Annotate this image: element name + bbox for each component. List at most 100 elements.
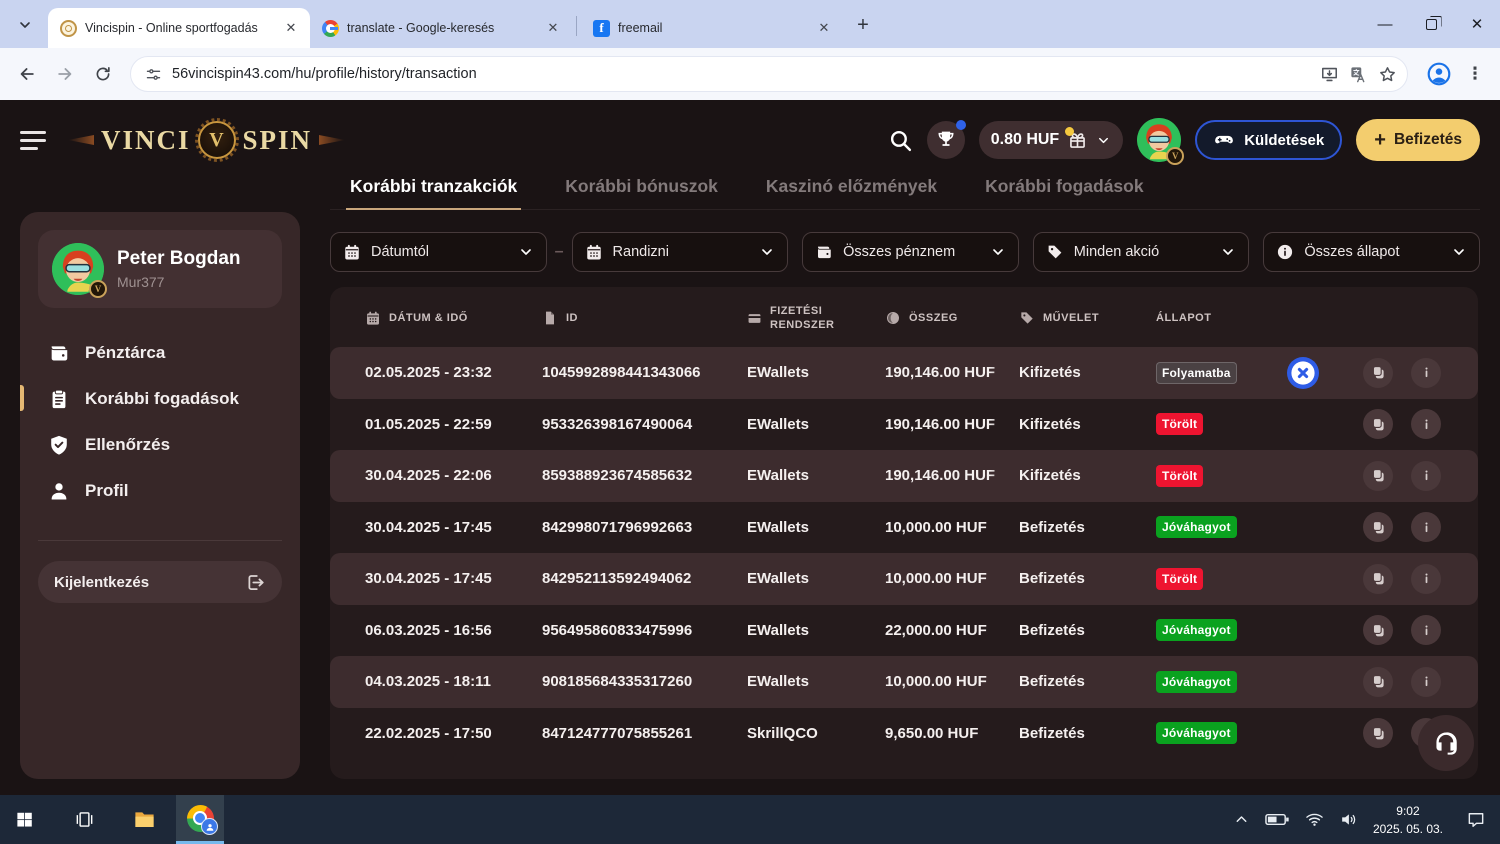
info-button[interactable] xyxy=(1411,512,1441,542)
tray-expand-icon[interactable] xyxy=(1233,811,1250,828)
chrome-taskbar-button[interactable] xyxy=(176,795,224,844)
cell-operation: Befizetés xyxy=(1019,622,1156,639)
tag-icon xyxy=(1019,310,1035,326)
copy-button[interactable] xyxy=(1363,512,1393,542)
minimize-button[interactable]: — xyxy=(1362,0,1408,48)
start-button[interactable] xyxy=(0,795,48,844)
table-row[interactable]: 30.04.2025 - 17:45 842998071796992663 EW… xyxy=(330,502,1478,554)
sidebar-item-profile[interactable]: Profil xyxy=(38,468,282,514)
balance-pill[interactable]: 0.80 HUF xyxy=(979,121,1123,159)
install-icon[interactable] xyxy=(1320,65,1339,84)
tab-bets-history[interactable]: Korábbi fogadások xyxy=(985,176,1144,197)
logout-button[interactable]: Kijelentkezés xyxy=(38,561,282,603)
cell-date: 02.05.2025 - 23:32 xyxy=(365,364,542,381)
filter-currency[interactable]: Összes pénznem xyxy=(802,232,1019,272)
restore-button[interactable] xyxy=(1408,0,1454,48)
table-row[interactable]: 04.03.2025 - 18:11 908185684335317260 EW… xyxy=(330,656,1478,708)
bookmark-star-icon[interactable] xyxy=(1378,65,1397,84)
close-window-button[interactable]: ✕ xyxy=(1454,0,1500,48)
copy-icon xyxy=(1370,570,1387,587)
sidebar-item-wallet[interactable]: Pénztárca xyxy=(38,330,282,376)
cell-date: 30.04.2025 - 17:45 xyxy=(365,519,542,536)
table-row[interactable]: 22.02.2025 - 17:50 847124777075855261 Sk… xyxy=(330,708,1478,760)
site-settings-icon[interactable] xyxy=(145,66,162,83)
profile-button[interactable] xyxy=(1422,57,1456,91)
table-row[interactable]: 06.03.2025 - 16:56 956495860833475996 EW… xyxy=(330,605,1478,657)
tab-bonuses[interactable]: Korábbi bónuszok xyxy=(565,176,718,197)
sidebar-item-verification[interactable]: Ellenőrzés xyxy=(38,422,282,468)
battery-icon[interactable] xyxy=(1265,813,1290,826)
filter-date-to[interactable]: Randizni xyxy=(572,232,789,272)
file-explorer-button[interactable] xyxy=(120,795,168,844)
tab-close-icon[interactable]: ✕ xyxy=(815,19,833,37)
url-text[interactable]: 56vincispin43.com/hu/profile/history/tra… xyxy=(172,66,1310,82)
copy-button[interactable] xyxy=(1363,564,1393,594)
tab-close-icon[interactable]: ✕ xyxy=(282,19,300,37)
cell-payment-system: EWallets xyxy=(747,519,885,536)
coin-icon xyxy=(885,310,901,326)
new-tab-button[interactable]: + xyxy=(849,11,877,39)
volume-icon[interactable] xyxy=(1339,810,1358,829)
browser-tab-translate[interactable]: translate - Google-keresés ✕ xyxy=(310,8,572,48)
tab-search-button[interactable] xyxy=(10,10,40,40)
card-icon xyxy=(747,311,762,326)
browser-menu-button[interactable]: ⋮ xyxy=(1460,57,1490,91)
site-logo[interactable]: VINCI V SPIN xyxy=(68,121,345,159)
browser-tab-freemail[interactable]: f freemail ✕ xyxy=(581,8,843,48)
table-row[interactable]: 01.05.2025 - 22:59 953326398167490064 EW… xyxy=(330,399,1478,451)
cell-operation: Befizetés xyxy=(1019,519,1156,536)
deposit-button[interactable]: + Befizetés xyxy=(1356,119,1480,161)
page-content: VINCI V SPIN 0.80 HUF V Küldetések xyxy=(0,100,1500,795)
status-badge: Folyamatba xyxy=(1156,362,1237,384)
cell-amount: 9,650.00 HUF xyxy=(885,725,1019,742)
search-icon[interactable] xyxy=(888,128,913,153)
task-view-button[interactable] xyxy=(60,795,108,844)
windows-logo-icon xyxy=(15,810,34,829)
tab-transactions[interactable]: Korábbi tranzakciók xyxy=(350,176,517,197)
wifi-icon[interactable] xyxy=(1305,810,1324,829)
hamburger-menu-icon[interactable] xyxy=(20,131,46,150)
copy-button[interactable] xyxy=(1363,358,1393,388)
table-row[interactable]: 02.05.2025 - 23:32 1045992898441343066 E… xyxy=(330,347,1478,399)
windows-taskbar: 9:02 2025. 05. 03. xyxy=(0,795,1500,844)
info-icon xyxy=(1419,365,1434,380)
copy-button[interactable] xyxy=(1363,409,1393,439)
cancel-x-icon xyxy=(1287,357,1319,389)
balance-amount: 0.80 HUF xyxy=(991,131,1059,149)
translate-icon[interactable] xyxy=(1349,65,1368,84)
cancel-transaction-button[interactable] xyxy=(1287,357,1319,389)
copy-button[interactable] xyxy=(1363,667,1393,697)
info-button[interactable] xyxy=(1411,461,1441,491)
copy-button[interactable] xyxy=(1363,615,1393,645)
filter-date-from[interactable]: Dátumtól xyxy=(330,232,547,272)
avatar[interactable]: V xyxy=(1137,118,1181,162)
sidebar-item-bet-history[interactable]: Korábbi fogadások xyxy=(38,376,282,422)
info-button[interactable] xyxy=(1411,564,1441,594)
info-button[interactable] xyxy=(1411,667,1441,697)
tournaments-button[interactable] xyxy=(927,121,965,159)
filter-status[interactable]: Összes állapot xyxy=(1263,232,1480,272)
copy-button[interactable] xyxy=(1363,461,1393,491)
reload-button[interactable] xyxy=(86,57,120,91)
action-center-icon[interactable] xyxy=(1466,810,1486,830)
tab-separator xyxy=(576,16,577,36)
info-button[interactable] xyxy=(1411,615,1441,645)
back-button[interactable] xyxy=(10,57,44,91)
missions-button[interactable]: Küldetések xyxy=(1195,120,1342,160)
support-chat-button[interactable] xyxy=(1418,715,1474,771)
filter-action[interactable]: Minden akció xyxy=(1033,232,1250,272)
copy-button[interactable] xyxy=(1363,718,1393,748)
browser-tab-vincispin[interactable]: Vincispin - Online sportfogadás ✕ xyxy=(48,8,310,48)
taskbar-clock[interactable]: 9:02 2025. 05. 03. xyxy=(1373,802,1443,838)
forward-button[interactable] xyxy=(48,57,82,91)
info-button[interactable] xyxy=(1411,358,1441,388)
tab-casino-history[interactable]: Kaszinó előzmények xyxy=(766,176,937,197)
gift-icon[interactable] xyxy=(1067,130,1088,151)
tab-close-icon[interactable]: ✕ xyxy=(544,19,562,37)
info-button[interactable] xyxy=(1411,409,1441,439)
table-row[interactable]: 30.04.2025 - 22:06 859388923674585632 EW… xyxy=(330,450,1478,502)
table-row[interactable]: 30.04.2025 - 17:45 842952113592494062 EW… xyxy=(330,553,1478,605)
address-bar[interactable]: 56vincispin43.com/hu/profile/history/tra… xyxy=(130,56,1408,92)
copy-icon xyxy=(1370,725,1387,742)
browser-tab-strip: Vincispin - Online sportfogadás ✕ transl… xyxy=(0,0,1500,48)
